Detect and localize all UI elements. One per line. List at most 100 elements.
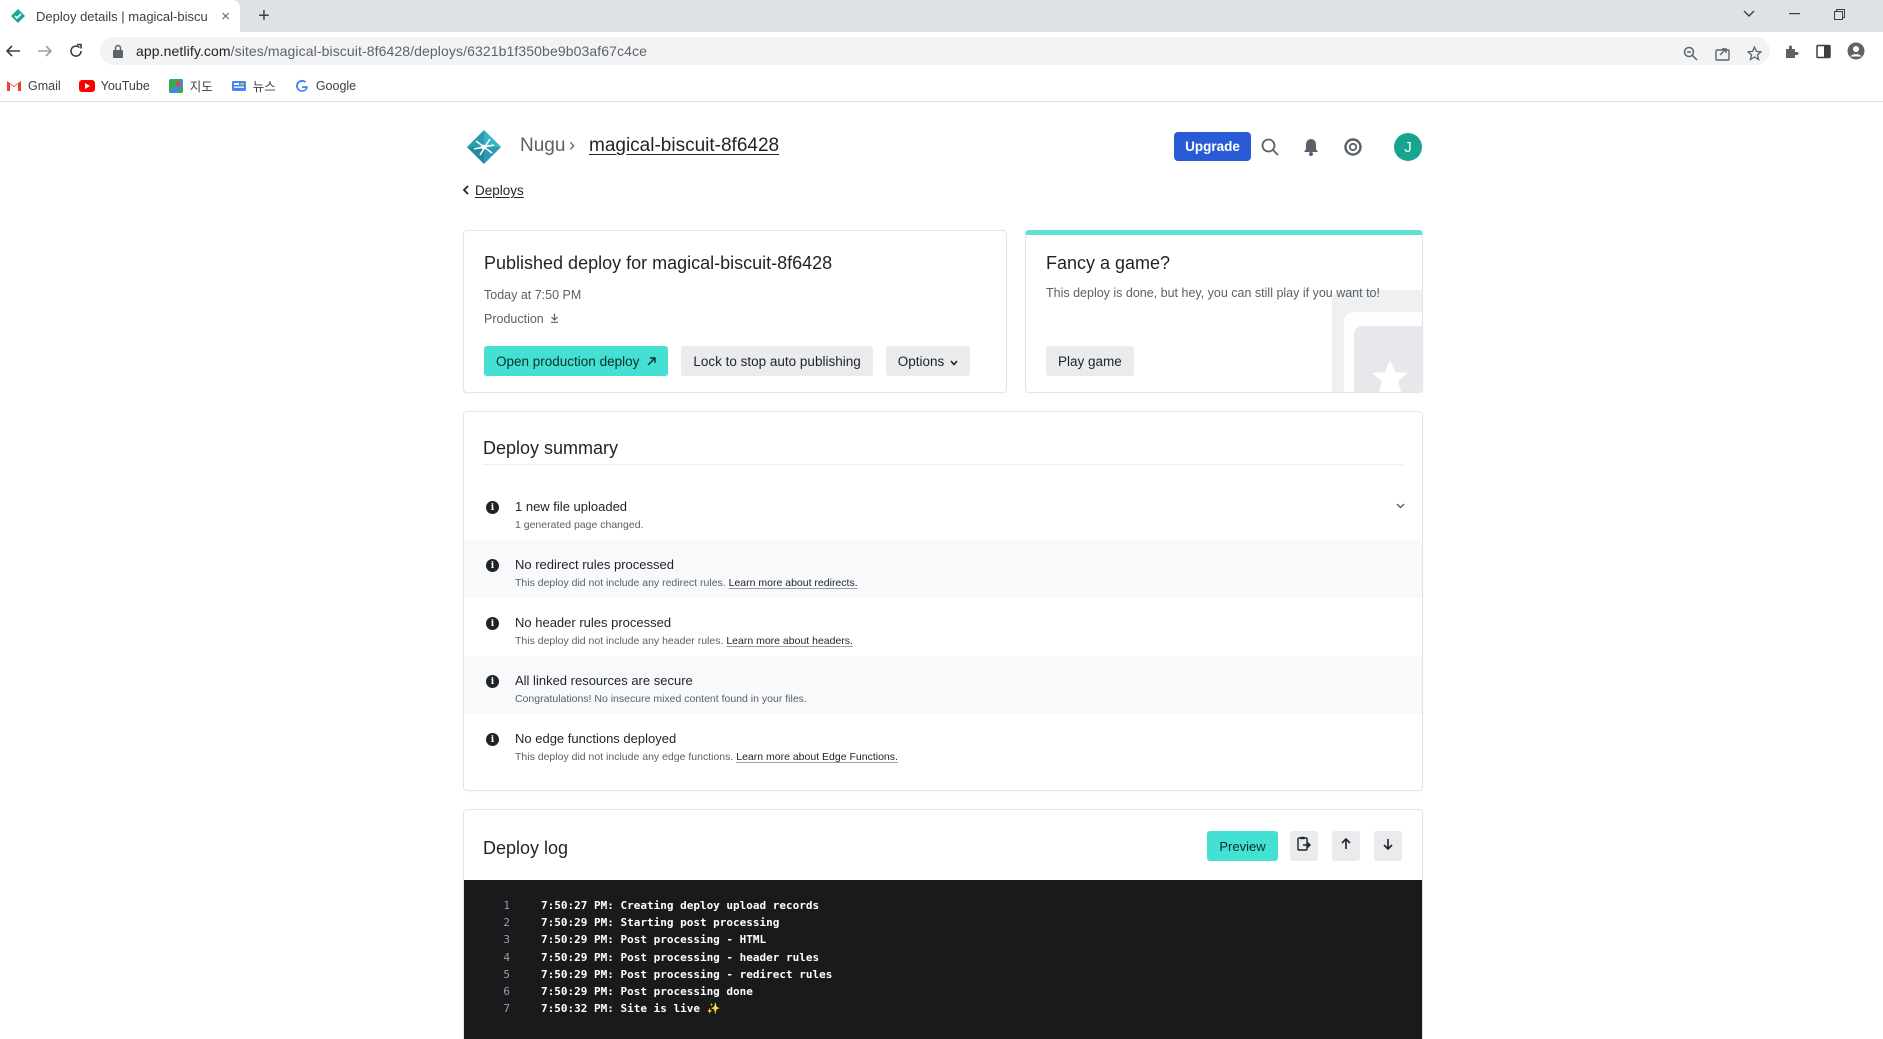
game-title: Fancy a game? (1046, 253, 1171, 273)
browser-toolbar: app.netlify.com/sites/magical-biscuit-8f… (0, 32, 1883, 70)
scroll-top-button[interactable] (1332, 831, 1360, 861)
play-game-button[interactable]: Play game (1046, 346, 1134, 376)
summary-row-sub: This deploy did not include any redirect… (515, 577, 858, 589)
netlify-favicon-icon (10, 8, 26, 24)
scroll-bottom-button[interactable] (1374, 831, 1402, 861)
forward-arrow-icon[interactable] (34, 40, 56, 62)
lock-icon (112, 44, 126, 58)
side-panel-icon[interactable] (1812, 40, 1834, 62)
deploy-summary-card: Deploy summary i 1 new file uploaded 1 g… (463, 411, 1423, 791)
open-production-deploy-label: Open production deploy (496, 353, 640, 369)
log-line-number: 2 (503, 916, 510, 930)
log-line-text: 7:50:29 PM: Post processing - HTML (541, 933, 767, 947)
lock-auto-publishing-button[interactable]: Lock to stop auto publishing (681, 346, 873, 376)
news-icon (231, 78, 247, 94)
maps-icon (168, 78, 184, 94)
summary-title: Deploy summary (483, 438, 619, 458)
log-line-text: 7:50:29 PM: Post processing - redirect r… (541, 967, 833, 981)
published-deploy-card: Published deploy for magical-biscuit-8f6… (463, 230, 1007, 393)
new-tab-button[interactable]: + (252, 4, 276, 28)
summary-row-sub: This deploy did not include any header r… (515, 635, 853, 647)
back-link-label: Deploys (475, 183, 524, 198)
deploy-context[interactable]: Production (484, 312, 986, 326)
back-to-deploys-link[interactable]: Deploys (462, 183, 524, 198)
bookmark-google[interactable]: Google (294, 78, 356, 94)
restore-icon[interactable] (1817, 0, 1861, 28)
options-dropdown-button[interactable]: Options (885, 346, 971, 376)
learn-more-edge-functions-link[interactable]: Learn more about Edge Functions. (736, 751, 898, 763)
bookmark-maps[interactable]: 지도 (168, 76, 213, 95)
profile-icon[interactable] (1845, 40, 1867, 62)
info-icon: i (486, 559, 499, 572)
summary-row-heading: No redirect rules processed (515, 557, 674, 572)
summary-row-edge-functions: i No edge functions deployed This deploy… (464, 714, 1422, 772)
deploy-actions: Open production deploy Lock to stop auto… (484, 346, 986, 376)
summary-row-sub: Congratulations! No insecure mixed conte… (515, 693, 807, 705)
back-arrow-icon[interactable] (2, 40, 24, 62)
tab-search-icon[interactable] (1727, 0, 1771, 28)
youtube-icon (78, 78, 95, 94)
summary-row-sub-text: This deploy did not include any header r… (515, 635, 724, 647)
browser-tab[interactable]: Deploy details | magical-biscuit × (0, 0, 240, 32)
breadcrumb-site[interactable]: magical-biscuit-8f6428 (589, 135, 779, 157)
log-line: 5 7:50:29 PM: Post processing - redirect … (464, 966, 1422, 983)
preview-button[interactable]: Preview (1207, 831, 1278, 861)
info-icon: i (486, 675, 499, 688)
reload-icon[interactable] (65, 40, 87, 62)
breadcrumb-chevron-icon: › (569, 135, 575, 155)
game-text: This deploy is done, but hey, you can st… (1046, 286, 1380, 300)
log-line-number: 6 (503, 985, 510, 999)
url-text: app.netlify.com/sites/magical-biscuit-8f… (136, 43, 647, 59)
log-line: 2 7:50:29 PM: Starting post processing (464, 914, 1422, 931)
chevron-down-icon[interactable] (1396, 498, 1405, 512)
log-line: 6 7:50:29 PM: Post processing done (464, 983, 1422, 1000)
google-icon (294, 78, 310, 94)
url-path: /sites/magical-biscuit-8f6428/deploys/63… (230, 43, 647, 59)
log-line-number: 7 (503, 1002, 510, 1016)
summary-row-heading: No edge functions deployed (515, 731, 677, 746)
summary-row-heading: All linked resources are secure (515, 673, 693, 688)
bookmark-gmail[interactable]: Gmail (6, 78, 61, 94)
summary-row-redirects: i No redirect rules processed This deplo… (464, 540, 1422, 598)
copy-log-button[interactable] (1290, 831, 1318, 861)
bell-icon[interactable] (1299, 135, 1323, 159)
bookmark-star-icon[interactable] (1744, 43, 1764, 63)
address-bar[interactable]: app.netlify.com/sites/magical-biscuit-8f… (100, 37, 1770, 65)
zoom-icon[interactable] (1680, 43, 1700, 63)
tab-title: Deploy details | magical-biscuit (36, 8, 208, 24)
minimize-icon[interactable] (1772, 0, 1816, 28)
tab-close-icon[interactable]: × (221, 8, 230, 25)
upgrade-button[interactable]: Upgrade (1174, 132, 1251, 161)
netlify-page: Nugu › magical-biscuit-8f6428 Upgrade J … (0, 103, 1883, 1039)
bookmark-news[interactable]: 뉴스 (231, 76, 276, 95)
netlify-logo-icon[interactable] (466, 129, 502, 165)
learn-more-headers-link[interactable]: Learn more about headers. (726, 635, 853, 647)
log-line: 3 7:50:29 PM: Post processing - HTML (464, 931, 1422, 948)
bookmark-youtube[interactable]: YouTube (78, 78, 150, 94)
search-icon[interactable] (1258, 135, 1282, 159)
bookmark-label: YouTube (100, 78, 150, 93)
learn-more-redirects-link[interactable]: Learn more about redirects. (729, 577, 858, 589)
log-line-text: 7:50:29 PM: Post processing done (541, 985, 753, 999)
options-label: Options (897, 353, 945, 369)
log-line-text: 7:50:27 PM: Creating deploy upload recor… (541, 899, 820, 913)
download-icon (550, 312, 559, 326)
extensions-icon[interactable] (1780, 40, 1802, 62)
summary-row-sub-text: This deploy did not include any edge fun… (515, 751, 734, 763)
arrow-up-icon (1341, 837, 1351, 855)
log-line: 1 7:50:27 PM: Creating deploy upload reco… (464, 897, 1422, 914)
breadcrumb-team[interactable]: Nugu (520, 135, 565, 157)
summary-row-sub: 1 generated page changed. (515, 519, 644, 531)
log-output: 1 7:50:27 PM: Creating deploy upload reco… (464, 880, 1422, 1039)
deploy-time: Today at 7:50 PM (484, 288, 582, 302)
open-production-deploy-button[interactable]: Open production deploy (484, 346, 669, 376)
summary-row-heading: 1 new file uploaded (515, 499, 628, 514)
info-icon: i (486, 501, 499, 514)
share-icon[interactable] (1712, 43, 1732, 63)
browser-tabbar: Deploy details | magical-biscuit × + (0, 0, 1883, 32)
help-icon[interactable] (1341, 135, 1365, 159)
avatar[interactable]: J (1394, 133, 1422, 161)
bookmark-label: Google (315, 78, 357, 93)
log-line-number: 1 (503, 899, 510, 913)
summary-row-files[interactable]: i 1 new file uploaded 1 generated page c… (464, 482, 1422, 540)
